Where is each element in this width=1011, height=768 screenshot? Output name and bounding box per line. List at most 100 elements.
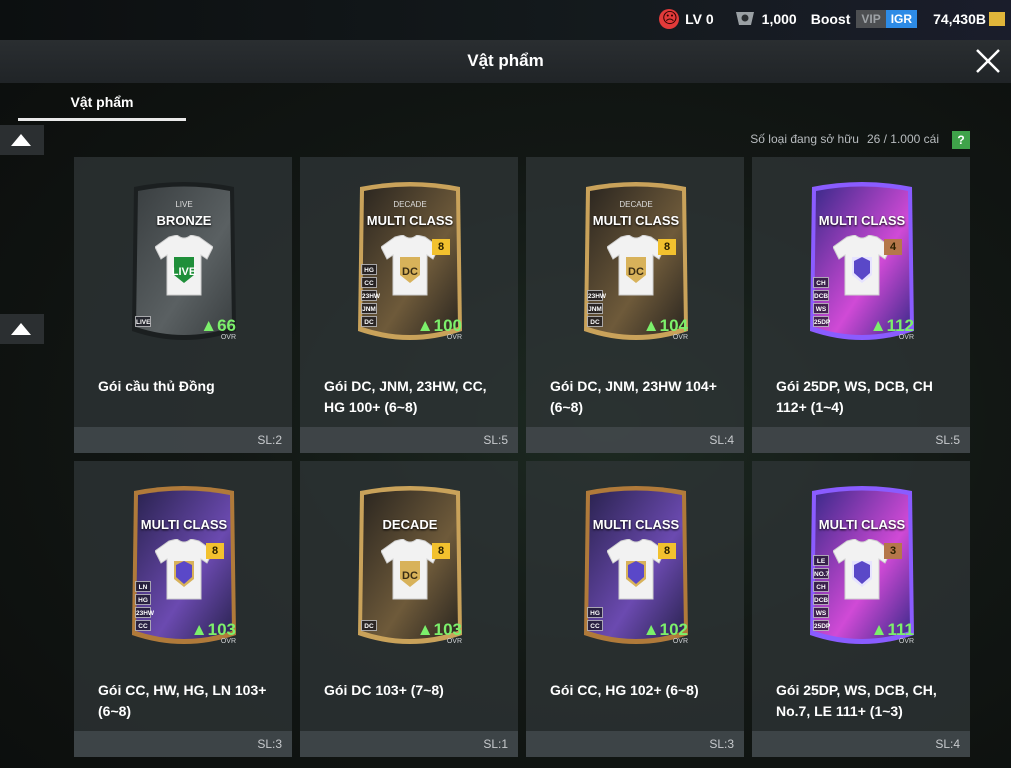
- boost-label: Boost: [810, 11, 851, 27]
- item-quantity: SL:3: [257, 737, 282, 751]
- vip-badge: VIP: [856, 10, 886, 28]
- ovr-label: OVR: [672, 638, 688, 645]
- level-label: LV 0: [685, 11, 714, 27]
- ovr-value: ▲66: [200, 316, 236, 335]
- ownership-value: 26 / 1.000 cái: [866, 132, 939, 146]
- title-bar: Vật phẩm: [0, 40, 1011, 83]
- item-quantity: SL:2: [257, 433, 282, 447]
- item-quantity: SL:4: [709, 433, 734, 447]
- item-footer: SL:2: [74, 427, 292, 453]
- balance-label: 74,430B: [933, 11, 986, 27]
- player-pack-card: DECADE MULTI CLASS DC 8 23HW JNM DC ▲104 O…: [580, 179, 692, 345]
- ovr-number: 102: [659, 620, 688, 639]
- triangle-up-icon: [11, 134, 31, 146]
- ovr-value: ▲104: [642, 316, 688, 335]
- position-tag: WS: [813, 607, 829, 618]
- position-tag: JNM: [361, 303, 377, 314]
- ownership-label: Số loại đang sở hữu: [750, 132, 859, 146]
- item-name: Gói cầu thủ Đồng: [98, 378, 215, 394]
- shirt-badge: LIVE: [172, 266, 196, 278]
- ovr-value: ▲112: [869, 316, 914, 335]
- position-tag: NO.7: [813, 568, 829, 579]
- ovr-number: 112: [886, 316, 914, 335]
- item-footer: SL:4: [752, 731, 970, 757]
- player-pack-card: DECADE DC 8 DC ▲103 OVR: [354, 483, 466, 649]
- ownership-count: Số loại đang sở hữu 26 / 1.000 cái: [750, 132, 939, 146]
- item-tile[interactable]: MULTI CLASS 8 LN HG 23HW CC ▲103 OVR Gói CC…: [74, 461, 292, 757]
- position-tag: DC: [361, 316, 377, 327]
- jersey-icon: [833, 235, 891, 296]
- jersey-icon: [155, 539, 213, 600]
- coin-icon: [989, 12, 1005, 26]
- card-class-label: MULTI CLASS: [592, 213, 680, 228]
- item-tile[interactable]: MULTI CLASS 4 CH DCB WS 25DP ▲112 OVR Gói 2…: [752, 157, 970, 453]
- jersey-icon: [833, 539, 891, 600]
- item-footer: SL:4: [526, 427, 744, 453]
- position-tag: HG: [135, 594, 151, 605]
- item-tile[interactable]: DECADE MULTI CLASS DC 8 23HW JNM DC ▲104 O…: [526, 157, 744, 453]
- ovr-label: OVR: [672, 334, 688, 341]
- position-tag: 25DP: [813, 316, 830, 327]
- ovr-number: 66: [217, 316, 236, 335]
- item-tile[interactable]: DECADE MULTI CLASS DC 8 HG CC 23HW JNM DC ▲1…: [300, 157, 518, 453]
- rank-badge: 8: [432, 239, 450, 255]
- item-quantity: SL:1: [483, 737, 508, 751]
- ovr-label: OVR: [220, 638, 236, 645]
- ovr-label: OVR: [446, 638, 462, 645]
- jersey-icon: DC: [381, 539, 439, 600]
- help-button[interactable]: ?: [952, 131, 970, 149]
- player-pack-card: MULTI CLASS 8 LN HG 23HW CC ▲103 OVR: [128, 483, 240, 649]
- position-tag: HG: [587, 607, 603, 618]
- points-label: 1,000: [761, 11, 797, 27]
- shirt-badge: DC: [402, 266, 418, 278]
- item-name: Gói DC 103+ (7~8): [324, 682, 444, 698]
- position-tag: WS: [813, 303, 829, 314]
- player-pack-card: MULTI CLASS 8 HG CC ▲102 OVR: [580, 483, 692, 649]
- jersey-icon: DC: [607, 235, 665, 296]
- close-icon[interactable]: [973, 46, 1003, 76]
- position-tag: LE: [813, 555, 829, 566]
- tab-vat-pham[interactable]: Vật phẩm: [18, 83, 186, 121]
- position-tag: CH: [813, 581, 829, 592]
- card-class-label: MULTI CLASS: [818, 213, 906, 228]
- rank-badge: 8: [206, 543, 224, 559]
- item-tile[interactable]: MULTI CLASS 8 HG CC ▲102 OVR Gói CC, HG 1…: [526, 461, 744, 757]
- item-footer: SL:1: [300, 731, 518, 757]
- scroll-up-button-bottom[interactable]: [0, 314, 44, 344]
- ovr-value: ▲103: [190, 620, 236, 639]
- rank-badge: 8: [658, 543, 676, 559]
- item-name: Gói DC, JNM, 23HW 104+ (6~8): [550, 378, 717, 415]
- scroll-up-button-top[interactable]: [0, 125, 44, 155]
- item-name: Gói CC, HW, HG, LN 103+ (6~8): [98, 682, 267, 719]
- position-tag: LIVE: [135, 316, 151, 327]
- card-class-label: MULTI CLASS: [818, 517, 906, 532]
- item-tile[interactable]: MULTI CLASS 3 LE NO.7 CH DCB WS 25DP ▲111 OVR…: [752, 461, 970, 757]
- item-tile[interactable]: LIVE BRONZE LIVE LIVE ▲66 OVR Gói cầu th…: [74, 157, 292, 453]
- player-pack-card: MULTI CLASS 4 CH DCB WS 25DP ▲112 OVR: [806, 179, 918, 345]
- position-tag: CC: [135, 620, 151, 631]
- position-tag: JNM: [587, 303, 603, 314]
- sad-face-icon: [659, 9, 680, 29]
- item-tile[interactable]: DECADE DC 8 DC ▲103 OVR Gói DC 103+ (7~8…: [300, 461, 518, 757]
- rank-badge: 8: [658, 239, 676, 255]
- player-pack-card: LIVE BRONZE LIVE LIVE ▲66 OVR: [128, 179, 240, 345]
- ovr-value: ▲111: [870, 620, 914, 639]
- item-quantity: SL:5: [483, 433, 508, 447]
- top-status-bar: LV 0 1,000 Boost VIP IGR 74,430B: [0, 0, 1011, 40]
- rank-badge: 3: [884, 543, 902, 559]
- tab-bar: Vật phẩm: [0, 83, 1011, 123]
- item-name: Gói 25DP, WS, DCB, CH, No.7, LE 111+ (1~…: [776, 682, 937, 719]
- position-tag: LN: [135, 581, 151, 592]
- triangle-up-icon: [11, 323, 31, 335]
- ovr-label: OVR: [898, 334, 914, 341]
- position-tag: CC: [361, 277, 377, 288]
- position-tag: CH: [813, 277, 829, 288]
- position-tag: 23HW: [361, 290, 380, 301]
- position-tag: DC: [587, 316, 603, 327]
- ovr-value: ▲103: [416, 620, 462, 639]
- item-footer: SL:3: [74, 731, 292, 757]
- rank-badge: 8: [432, 543, 450, 559]
- shirt-badge: DC: [628, 266, 644, 278]
- position-tag: CC: [587, 620, 603, 631]
- card-sublabel: DECADE: [393, 200, 427, 209]
